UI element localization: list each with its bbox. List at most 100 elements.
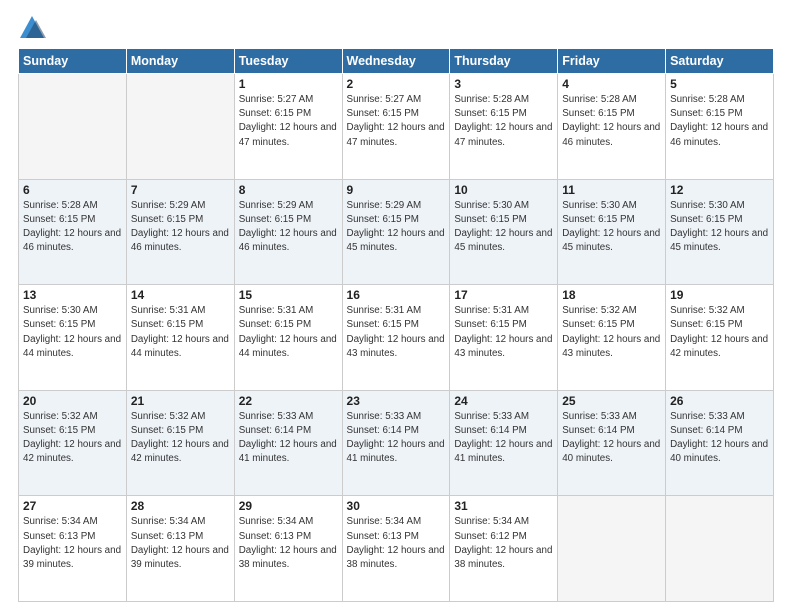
calendar-cell: 3 Sunrise: 5:28 AMSunset: 6:15 PMDaylight… [450,74,558,180]
day-info: Sunrise: 5:29 AMSunset: 6:15 PMDaylight:… [131,199,230,256]
calendar-week-row-1: 1 Sunrise: 5:27 AMSunset: 6:15 PMDaylight… [19,74,774,180]
day-info: Sunrise: 5:29 AMSunset: 6:15 PMDaylight:… [239,199,338,256]
day-info: Sunrise: 5:27 AMSunset: 6:15 PMDaylight:… [239,93,338,150]
calendar-week-row-2: 6 Sunrise: 5:28 AMSunset: 6:15 PMDaylight… [19,179,774,285]
day-number: 19 [670,288,769,302]
calendar-cell: 9Sunrise: 5:29 AMSunset: 6:15 PMDaylight… [342,179,450,285]
day-number: 26 [670,394,769,408]
day-info: Sunrise: 5:28 AMSunset: 6:15 PMDaylight:… [454,93,553,150]
calendar-cell: 11 Sunrise: 5:30 AMSunset: 6:15 PMDayligh… [558,179,666,285]
day-info: Sunrise: 5:31 AMSunset: 6:15 PMDaylight:… [454,304,553,361]
day-info: Sunrise: 5:30 AMSunset: 6:15 PMDaylight:… [670,199,769,256]
day-number: 5 [670,77,769,91]
day-info: Sunrise: 5:34 AMSunset: 6:13 PMDaylight:… [347,515,446,572]
calendar-header-row: SundayMondayTuesdayWednesdayThursdayFrid… [19,49,774,74]
calendar-header-sunday: Sunday [19,49,127,74]
day-info: Sunrise: 5:33 AMSunset: 6:14 PMDaylight:… [562,410,661,467]
day-info: Sunrise: 5:34 AMSunset: 6:13 PMDaylight:… [131,515,230,572]
day-info: Sunrise: 5:34 AMSunset: 6:12 PMDaylight:… [454,515,553,572]
day-number: 6 [23,183,122,197]
calendar-cell: 25 Sunrise: 5:33 AMSunset: 6:14 PMDayligh… [558,390,666,496]
calendar-cell: 28 Sunrise: 5:34 AMSunset: 6:13 PMDayligh… [126,496,234,602]
day-number: 16 [347,288,446,302]
calendar-week-row-4: 20Sunrise: 5:32 AMSunset: 6:15 PMDayligh… [19,390,774,496]
day-info: Sunrise: 5:33 AMSunset: 6:14 PMDaylight:… [239,410,338,467]
calendar-cell: 22 Sunrise: 5:33 AMSunset: 6:14 PMDayligh… [234,390,342,496]
day-info: Sunrise: 5:30 AMSunset: 6:15 PMDaylight:… [23,304,122,361]
day-info: Sunrise: 5:33 AMSunset: 6:14 PMDaylight:… [347,410,446,467]
day-number: 18 [562,288,661,302]
calendar-week-row-3: 13Sunrise: 5:30 AMSunset: 6:15 PMDayligh… [19,285,774,391]
day-number: 2 [347,77,446,91]
day-number: 7 [131,183,230,197]
day-number: 12 [670,183,769,197]
day-info: Sunrise: 5:33 AMSunset: 6:14 PMDaylight:… [454,410,553,467]
calendar-cell: 27 Sunrise: 5:34 AMSunset: 6:13 PMDayligh… [19,496,127,602]
day-info: Sunrise: 5:27 AMSunset: 6:15 PMDaylight:… [347,93,446,150]
day-info: Sunrise: 5:32 AMSunset: 6:15 PMDaylight:… [562,304,661,361]
calendar-cell: 8 Sunrise: 5:29 AMSunset: 6:15 PMDaylight… [234,179,342,285]
day-info: Sunrise: 5:31 AMSunset: 6:15 PMDaylight:… [131,304,230,361]
day-info: Sunrise: 5:30 AMSunset: 6:15 PMDaylight:… [562,199,661,256]
logo [18,14,48,42]
day-number: 25 [562,394,661,408]
calendar-cell: 1 Sunrise: 5:27 AMSunset: 6:15 PMDaylight… [234,74,342,180]
calendar-week-row-5: 27 Sunrise: 5:34 AMSunset: 6:13 PMDayligh… [19,496,774,602]
day-number: 30 [347,499,446,513]
header [18,10,774,42]
calendar-header-friday: Friday [558,49,666,74]
day-info: Sunrise: 5:30 AMSunset: 6:15 PMDaylight:… [454,199,553,256]
day-number: 31 [454,499,553,513]
day-number: 14 [131,288,230,302]
calendar-cell: 7 Sunrise: 5:29 AMSunset: 6:15 PMDaylight… [126,179,234,285]
day-number: 24 [454,394,553,408]
day-number: 11 [562,183,661,197]
calendar-cell: 5 Sunrise: 5:28 AMSunset: 6:15 PMDaylight… [666,74,774,180]
day-number: 27 [23,499,122,513]
calendar-cell [126,74,234,180]
day-number: 4 [562,77,661,91]
calendar-cell: 20Sunrise: 5:32 AMSunset: 6:15 PMDayligh… [19,390,127,496]
day-number: 8 [239,183,338,197]
calendar-cell: 19 Sunrise: 5:32 AMSunset: 6:15 PMDayligh… [666,285,774,391]
calendar-cell: 10Sunrise: 5:30 AMSunset: 6:15 PMDayligh… [450,179,558,285]
logo-icon [18,14,46,42]
day-number: 23 [347,394,446,408]
page: SundayMondayTuesdayWednesdayThursdayFrid… [0,0,792,612]
day-number: 29 [239,499,338,513]
calendar-cell: 14 Sunrise: 5:31 AMSunset: 6:15 PMDayligh… [126,285,234,391]
calendar-cell: 13Sunrise: 5:30 AMSunset: 6:15 PMDayligh… [19,285,127,391]
day-info: Sunrise: 5:31 AMSunset: 6:15 PMDaylight:… [347,304,446,361]
calendar-cell: 24 Sunrise: 5:33 AMSunset: 6:14 PMDayligh… [450,390,558,496]
calendar-cell [558,496,666,602]
day-number: 1 [239,77,338,91]
day-info: Sunrise: 5:28 AMSunset: 6:15 PMDaylight:… [23,199,122,256]
calendar-cell: 18 Sunrise: 5:32 AMSunset: 6:15 PMDayligh… [558,285,666,391]
day-number: 3 [454,77,553,91]
calendar-cell: 6 Sunrise: 5:28 AMSunset: 6:15 PMDaylight… [19,179,127,285]
day-number: 15 [239,288,338,302]
day-number: 21 [131,394,230,408]
calendar-cell: 12 Sunrise: 5:30 AMSunset: 6:15 PMDayligh… [666,179,774,285]
calendar-cell: 30 Sunrise: 5:34 AMSunset: 6:13 PMDayligh… [342,496,450,602]
calendar-cell: 29Sunrise: 5:34 AMSunset: 6:13 PMDayligh… [234,496,342,602]
calendar-cell: 2 Sunrise: 5:27 AMSunset: 6:15 PMDaylight… [342,74,450,180]
calendar-cell: 23 Sunrise: 5:33 AMSunset: 6:14 PMDayligh… [342,390,450,496]
calendar-header-thursday: Thursday [450,49,558,74]
calendar-cell: 16 Sunrise: 5:31 AMSunset: 6:15 PMDayligh… [342,285,450,391]
calendar-cell [19,74,127,180]
day-info: Sunrise: 5:32 AMSunset: 6:15 PMDaylight:… [670,304,769,361]
day-info: Sunrise: 5:32 AMSunset: 6:15 PMDaylight:… [23,410,122,467]
calendar-cell: 26Sunrise: 5:33 AMSunset: 6:14 PMDayligh… [666,390,774,496]
day-number: 22 [239,394,338,408]
calendar-cell: 15Sunrise: 5:31 AMSunset: 6:15 PMDayligh… [234,285,342,391]
day-info: Sunrise: 5:28 AMSunset: 6:15 PMDaylight:… [670,93,769,150]
day-number: 28 [131,499,230,513]
calendar-cell: 4 Sunrise: 5:28 AMSunset: 6:15 PMDaylight… [558,74,666,180]
calendar-cell: 21Sunrise: 5:32 AMSunset: 6:15 PMDayligh… [126,390,234,496]
calendar-table: SundayMondayTuesdayWednesdayThursdayFrid… [18,48,774,602]
day-info: Sunrise: 5:29 AMSunset: 6:15 PMDaylight:… [347,199,446,256]
calendar-cell [666,496,774,602]
day-info: Sunrise: 5:28 AMSunset: 6:15 PMDaylight:… [562,93,661,150]
day-info: Sunrise: 5:34 AMSunset: 6:13 PMDaylight:… [23,515,122,572]
